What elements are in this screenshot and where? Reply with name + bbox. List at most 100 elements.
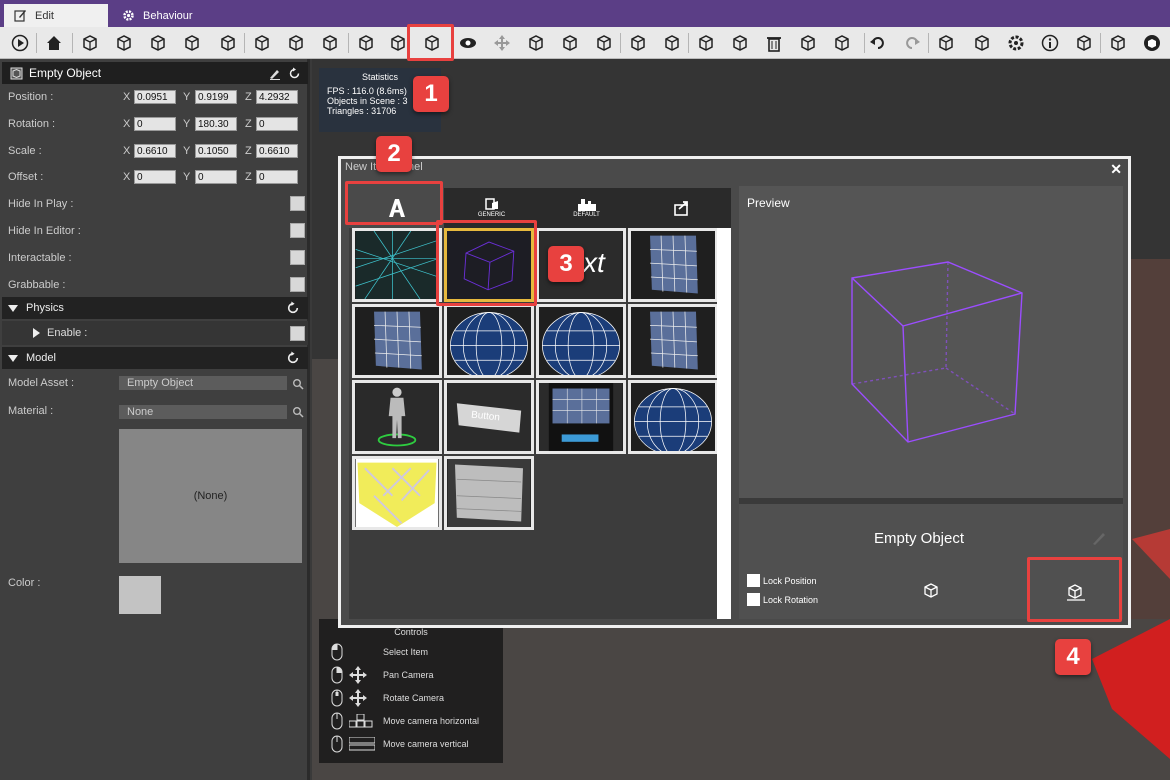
save-as-button[interactable] (180, 31, 204, 55)
model-section-header[interactable]: Model (2, 347, 308, 369)
rotation-x-field[interactable]: 0 (134, 117, 176, 131)
lock-position-checkbox[interactable] (747, 574, 760, 587)
expand-arrow-icon[interactable] (32, 328, 41, 338)
item-button[interactable]: Button (444, 380, 534, 454)
scale-x-field[interactable]: 0.6610 (134, 144, 176, 158)
rotate-button[interactable] (524, 31, 548, 55)
item-grid-panel-2[interactable] (352, 304, 442, 378)
add-item-button[interactable] (420, 31, 444, 55)
rename-icon[interactable] (1091, 530, 1107, 546)
connections-button[interactable] (934, 31, 958, 55)
search-icon[interactable] (292, 406, 304, 418)
lock-rotation-checkbox[interactable] (747, 593, 760, 606)
new-scene-button[interactable] (78, 31, 102, 55)
reset-icon[interactable] (288, 67, 301, 80)
paste-button[interactable] (728, 31, 752, 55)
cube-solid-button[interactable] (250, 31, 274, 55)
cube-solid-icon (255, 35, 269, 51)
home-button[interactable] (42, 31, 66, 55)
avatar-button[interactable] (1106, 31, 1130, 55)
copy-button[interactable] (694, 31, 718, 55)
rotation-z-field[interactable]: 0 (256, 117, 298, 131)
item-grid-plane[interactable] (352, 228, 442, 302)
rotation-z-axis: Z (245, 118, 252, 130)
place-item-icon[interactable] (921, 582, 941, 600)
eye-button[interactable] (456, 31, 480, 55)
offset-y-field[interactable]: 0 (195, 170, 237, 184)
offset-x-field[interactable]: 0 (134, 170, 176, 184)
unlink-button[interactable] (830, 31, 854, 55)
color-swatch[interactable] (119, 576, 161, 614)
position-y-field[interactable]: 0.9199 (195, 90, 237, 104)
item-sphere-3[interactable] (628, 380, 718, 454)
item-avatar[interactable] (352, 380, 442, 454)
scale-z-field[interactable]: 0.6610 (256, 144, 298, 158)
transform-button[interactable] (592, 31, 616, 55)
position-x-field[interactable]: 0.0951 (134, 90, 176, 104)
tab-text-items[interactable] (349, 188, 444, 228)
hand-button[interactable] (970, 31, 994, 55)
item-tablet[interactable] (536, 380, 626, 454)
tab-import[interactable] (634, 188, 729, 228)
tab-edit[interactable]: Edit (4, 4, 108, 27)
play-button[interactable] (8, 31, 32, 55)
offset-z-field[interactable]: 0 (256, 170, 298, 184)
hide-in-play-checkbox[interactable] (290, 196, 305, 211)
scale-y-field[interactable]: 0.1050 (195, 144, 237, 158)
settings-button[interactable] (1004, 31, 1028, 55)
search-icon[interactable] (292, 378, 304, 390)
model-asset-field[interactable]: Empty Object (119, 376, 287, 390)
physics-enable-checkbox[interactable] (290, 326, 305, 341)
physics-section-header[interactable]: Physics (2, 297, 308, 319)
inspector-panel: Empty Object Position : X 0.0951 Y 0.919… (0, 59, 310, 780)
lock-rotation-option[interactable]: Lock Rotation (747, 593, 818, 606)
item-sphere-1[interactable] (444, 304, 534, 378)
rotation-y-field[interactable]: 180.30 (195, 117, 237, 131)
new-item-button[interactable] (386, 31, 410, 55)
redo-button[interactable] (900, 31, 924, 55)
info-button[interactable] (1038, 31, 1062, 55)
generic-icon (484, 198, 498, 210)
pages-button[interactable] (1072, 31, 1096, 55)
open-button[interactable] (112, 31, 136, 55)
undo-button[interactable] (866, 31, 890, 55)
physics-title: Physics (26, 302, 64, 314)
grabbable-checkbox[interactable] (290, 277, 305, 292)
tab-behaviour[interactable]: Behaviour (112, 4, 203, 27)
material-field[interactable]: None (119, 405, 287, 419)
position-z-field[interactable]: 4.2932 (256, 90, 298, 104)
delete-button[interactable] (762, 31, 786, 55)
tab-default[interactable]: DEFAULT (539, 188, 634, 228)
move-button[interactable] (490, 31, 514, 55)
preview-viewport[interactable]: Preview (739, 186, 1123, 498)
scale-button[interactable] (558, 31, 582, 55)
cube-outline-button[interactable] (626, 31, 650, 55)
physics-reset-icon[interactable] (286, 301, 300, 315)
interactable-checkbox[interactable] (290, 250, 305, 265)
upload-button[interactable] (318, 31, 342, 55)
import-button[interactable] (284, 31, 308, 55)
hide-in-editor-checkbox[interactable] (290, 223, 305, 238)
item-panel-menu[interactable] (444, 456, 534, 530)
tab-generic[interactable]: GENERIC (444, 188, 539, 228)
wrench-button[interactable] (660, 31, 684, 55)
item-grid-panel[interactable] (628, 228, 718, 302)
logo-button[interactable] (1140, 31, 1164, 55)
item-grid: xt Button (349, 228, 731, 619)
grid-scrollbar[interactable] (717, 228, 731, 619)
lock-position-option[interactable]: Lock Position (747, 574, 817, 587)
close-icon[interactable]: ✕ (1110, 161, 1122, 178)
item-empty-object[interactable] (444, 228, 534, 302)
model-reset-icon[interactable] (286, 351, 300, 365)
script-button[interactable] (354, 31, 378, 55)
item-yellow-cube[interactable] (352, 456, 442, 530)
export-button[interactable] (216, 31, 240, 55)
link-button[interactable] (796, 31, 820, 55)
item-grid-panel-3[interactable] (628, 304, 718, 378)
inspector-title: Empty Object (29, 66, 102, 80)
add-to-scene-icon[interactable] (1065, 582, 1087, 602)
item-sphere-2[interactable] (536, 304, 626, 378)
tab-default-label: DEFAULT (573, 212, 600, 218)
rename-icon[interactable] (268, 67, 281, 80)
save-button[interactable] (146, 31, 170, 55)
